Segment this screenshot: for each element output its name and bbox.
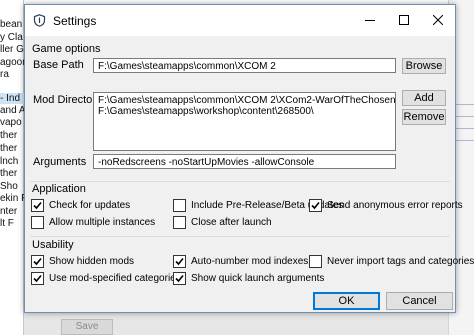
checkmark-icon: [33, 274, 42, 283]
arguments-input[interactable]: -noRedscreens -noStartUpMovies -allowCon…: [93, 154, 396, 169]
list-item: lt F: [0, 218, 14, 229]
list-item: nter: [0, 206, 18, 217]
minimize-icon: [365, 20, 375, 21]
list-item: bean: [0, 19, 23, 30]
checkbox-box: [173, 199, 186, 212]
checkmark-icon: [311, 201, 320, 210]
send-error-reports-checkbox[interactable]: Send anonymous error reports: [309, 199, 463, 212]
checkbox-label: Show quick launch arguments: [191, 273, 325, 284]
background-mod-list: bean y Cla ller G agoor ra - Ind and A v…: [0, 0, 24, 335]
checkbox-box: [309, 255, 322, 268]
checkbox-box: [173, 216, 186, 229]
title-bar[interactable]: Settings: [25, 5, 455, 36]
list-item: and A: [0, 105, 24, 116]
base-path-label: Base Path: [33, 59, 84, 71]
checkbox-label: Send anonymous error reports: [327, 200, 463, 211]
close-icon: [433, 15, 443, 25]
list-item: ther: [0, 130, 18, 141]
mod-directory-line: F:\Games\steamapps\workshop\content\2685…: [98, 106, 314, 117]
add-button[interactable]: Add: [402, 90, 446, 106]
never-import-tags-checkbox[interactable]: Never import tags and categories: [309, 255, 474, 268]
checkbox-box: [173, 272, 186, 285]
maximize-button[interactable]: [387, 5, 421, 35]
checkbox-label: Close after launch: [191, 217, 272, 228]
list-item: ther: [0, 168, 18, 179]
checkbox-label: Auto-number mod indexes: [191, 256, 309, 267]
allow-multiple-instances-checkbox[interactable]: Allow multiple instances: [31, 216, 155, 229]
checkbox-label: Check for updates: [49, 200, 131, 211]
application-heading: Application: [32, 183, 86, 195]
checkmark-icon: [175, 274, 184, 283]
maximize-icon: [399, 15, 409, 25]
usability-heading: Usability: [32, 239, 74, 251]
checkbox-box: [309, 199, 322, 212]
check-for-updates-checkbox[interactable]: Check for updates: [31, 199, 130, 212]
base-path-input[interactable]: F:\Games\steamapps\common\XCOM 2: [93, 58, 396, 73]
checkbox-box: [31, 216, 44, 229]
list-item: ra: [0, 69, 9, 80]
game-options-heading: Game options: [32, 43, 101, 55]
mod-directory-line: F:\Games\steamapps\common\XCOM 2\XCom2-W…: [98, 95, 396, 106]
remove-button[interactable]: Remove: [402, 109, 446, 125]
use-mod-specified-categories-checkbox[interactable]: Use mod-specified categories: [31, 272, 181, 285]
divider: [30, 181, 450, 182]
browse-button[interactable]: Browse: [402, 58, 446, 74]
window-title: Settings: [53, 14, 97, 28]
checkbox-box: [31, 199, 44, 212]
list-item: ekin F: [0, 193, 24, 204]
checkmark-icon: [175, 257, 184, 266]
cancel-button[interactable]: Cancel: [386, 292, 453, 310]
show-quick-launch-arguments-checkbox[interactable]: Show quick launch arguments: [173, 272, 324, 285]
checkmark-icon: [33, 201, 42, 210]
list-item: y Cla: [0, 32, 23, 43]
show-hidden-mods-checkbox[interactable]: Show hidden mods: [31, 255, 134, 268]
checkmark-icon: [33, 257, 42, 266]
minimize-button[interactable]: [353, 5, 387, 35]
list-item: agoor: [0, 57, 24, 68]
list-item: vapo: [0, 117, 22, 128]
list-item: ther: [0, 143, 18, 154]
auto-number-mod-indexes-checkbox[interactable]: Auto-number mod indexes: [173, 255, 308, 268]
checkbox-label: Show hidden mods: [49, 256, 135, 267]
list-item: - Ind: [0, 93, 24, 104]
divider: [30, 236, 450, 237]
checkbox-box: [31, 255, 44, 268]
list-item: lnch: [0, 156, 19, 167]
checkbox-label: Use mod-specified categories: [49, 273, 181, 284]
arguments-label: Arguments: [33, 156, 87, 168]
background-save-button[interactable]: Save: [61, 319, 113, 335]
ok-button[interactable]: OK: [313, 292, 380, 310]
checkbox-label: Allow multiple instances: [49, 217, 156, 228]
close-after-launch-checkbox[interactable]: Close after launch: [173, 216, 272, 229]
settings-dialog: Settings Game options Base Path F:\Games…: [24, 4, 474, 313]
shield-icon: [33, 14, 46, 27]
checkbox-box: [173, 255, 186, 268]
list-item: ller G: [0, 44, 24, 55]
checkbox-label: Never import tags and categories: [327, 256, 474, 267]
list-item: Sho: [0, 181, 18, 192]
close-button[interactable]: [421, 5, 455, 35]
mod-directories-input[interactable]: F:\Games\steamapps\common\XCOM 2\XCom2-W…: [93, 92, 396, 151]
checkbox-box: [31, 272, 44, 285]
